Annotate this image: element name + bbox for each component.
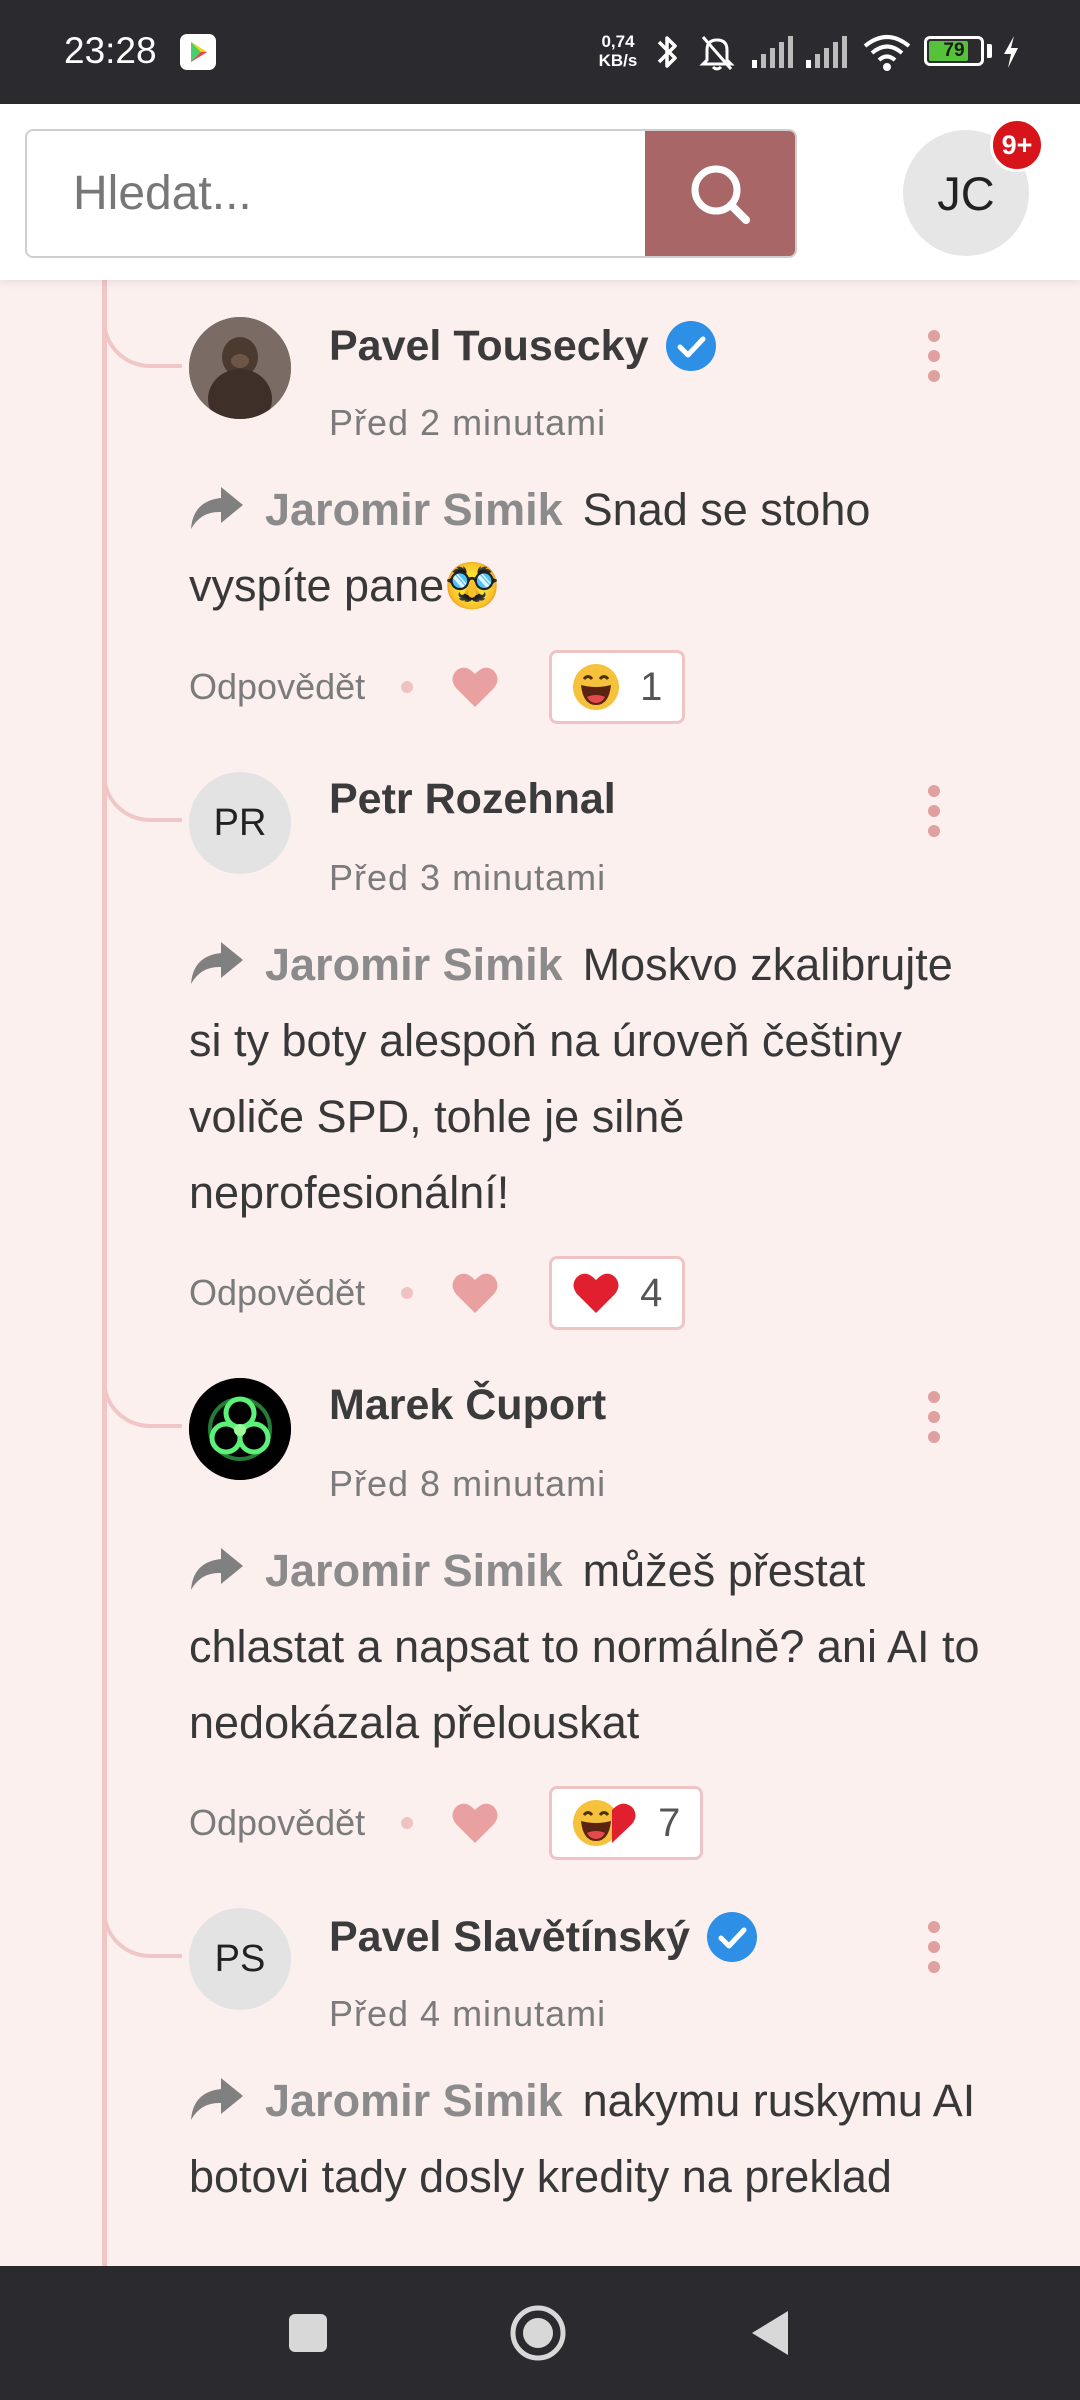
top-header: JC 9+ [0, 104, 1080, 280]
reply-arrow-icon [191, 942, 243, 984]
more-vert-icon[interactable] [922, 1917, 946, 1977]
heart-icon[interactable] [451, 1271, 499, 1315]
notification-badge[interactable]: 9+ [990, 118, 1044, 172]
play-store-icon [180, 34, 216, 70]
net-speed-unit: KB/s [598, 51, 638, 70]
laughing-emoji-icon [573, 664, 620, 710]
net-speed-value: 0,74 [601, 32, 635, 51]
avatar[interactable]: PR [189, 772, 291, 874]
reply-button[interactable]: Odpovědět [189, 666, 365, 708]
reply-mention[interactable]: Jaromir Simik [265, 1545, 563, 1596]
reaction-summary[interactable]: 7 [549, 1786, 704, 1860]
heart-icon[interactable] [451, 665, 499, 709]
comment-author[interactable]: Petr Rozehnal [329, 775, 616, 824]
signal-2-icon [806, 36, 847, 68]
photo-avatar-image [189, 317, 291, 419]
comment-author[interactable]: Pavel Slavětínský [329, 1911, 758, 1963]
signal-1-icon [752, 36, 793, 68]
reaction-count: 1 [640, 664, 663, 709]
reaction-count: 4 [640, 1270, 663, 1315]
comment-time: Před 2 minutami [329, 402, 607, 443]
avatar[interactable]: PS [189, 1908, 291, 2010]
comment-actions: Odpovědět 4 [189, 1256, 686, 1330]
verified-icon [706, 1912, 757, 1962]
battery-tip [987, 44, 992, 58]
more-vert-icon[interactable] [922, 326, 946, 386]
reaction-count: 7 [658, 1800, 681, 1845]
more-vert-icon[interactable] [922, 781, 946, 841]
comment-time: Před 8 minutami [329, 1463, 607, 1504]
broken-heart-icon [612, 1803, 636, 1843]
back-button[interactable] [748, 2308, 792, 2358]
comment-body: Jaromir Simik nakymu ruskymu AI botovi ta… [189, 2063, 989, 2215]
heart-icon[interactable] [451, 1801, 499, 1845]
red-heart-icon [573, 1273, 619, 1313]
biohazard-avatar-image [189, 1378, 291, 1480]
author-name[interactable]: Petr Rozehnal [329, 775, 616, 824]
reply-mention[interactable]: Jaromir Simik [265, 484, 563, 535]
author-name[interactable]: Pavel Slavětínský [329, 1913, 690, 1962]
reaction-summary[interactable]: 4 [549, 1256, 686, 1330]
thread-connector [102, 1358, 182, 1428]
author-name[interactable]: Pavel Tousecky [329, 322, 649, 371]
author-name[interactable]: Marek Čuport [329, 1381, 606, 1430]
battery-icon: 79 [924, 36, 984, 66]
verified-icon [665, 321, 716, 371]
comment-body: Jaromir Simik Snad se stoho vyspíte pane🥸 [189, 472, 989, 624]
thread-connector [102, 752, 182, 822]
thread-connector [102, 298, 182, 368]
network-speed: 0,74 KB/s [594, 32, 642, 70]
reply-arrow-icon [191, 2078, 243, 2120]
search-input[interactable] [27, 131, 647, 256]
system-nav-bar [0, 2266, 1080, 2400]
wifi-icon [863, 35, 911, 71]
separator-dot [401, 681, 414, 693]
more-vert-icon[interactable] [922, 1387, 946, 1447]
comment-body: Jaromir Simik Moskvo zkalibrujte si ty bo… [189, 927, 989, 1231]
charging-icon [1004, 36, 1018, 68]
reaction-summary[interactable]: 1 [549, 650, 686, 724]
avatar-initials: PR [213, 801, 267, 844]
comment-author[interactable]: Pavel Tousecky [329, 320, 717, 372]
battery-percent: 79 [943, 40, 965, 61]
separator-dot [401, 1287, 414, 1299]
status-bar: 23:28 0,74 KB/s 79 [0, 0, 1080, 104]
comment-time: Před 3 minutami [329, 857, 607, 898]
avatar-initials: PS [214, 1937, 266, 1980]
comment-actions: Odpovědět 7 [189, 1786, 704, 1860]
thread-line [102, 280, 107, 2270]
separator-dot [401, 1817, 414, 1829]
reply-arrow-icon [191, 487, 243, 529]
avatar[interactable] [189, 317, 291, 419]
mute-bell-icon [699, 36, 735, 71]
comment-time: Před 4 minutami [329, 1993, 607, 2034]
search-button[interactable] [645, 131, 795, 256]
comment-author[interactable]: Marek Čuport [329, 1381, 606, 1430]
status-time: 23:28 [64, 30, 157, 71]
bluetooth-icon [657, 36, 677, 68]
reply-arrow-icon [191, 1548, 243, 1590]
reply-mention[interactable]: Jaromir Simik [265, 939, 563, 990]
avatar[interactable] [189, 1378, 291, 1480]
comment-body: Jaromir Simik můžeš přestat chlastat a na… [189, 1533, 989, 1761]
search-icon [691, 165, 750, 224]
recents-button[interactable] [287, 2312, 329, 2354]
home-button[interactable] [509, 2304, 567, 2362]
comment-actions: Odpovědět 1 [189, 650, 686, 724]
reply-button[interactable]: Odpovědět [189, 1272, 365, 1314]
reply-button[interactable]: Odpovědět [189, 1802, 365, 1844]
search-box [25, 129, 797, 258]
thread-connector [102, 1888, 182, 1958]
reply-mention[interactable]: Jaromir Simik [265, 2075, 563, 2126]
